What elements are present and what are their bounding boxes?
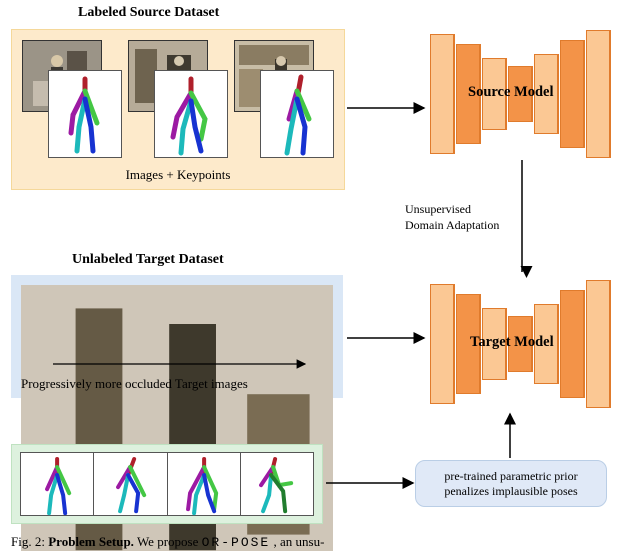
figure-title: Problem Setup. (48, 534, 134, 549)
source-keypoints-1 (48, 70, 122, 158)
stick-figure-3 (261, 71, 333, 157)
target-model-label: Target Model (470, 334, 554, 351)
target-caption: Progressively more occluded Target image… (21, 376, 248, 392)
source-model: Source Model (430, 30, 615, 150)
target-row: . . . . . . . . (21, 285, 333, 363)
prior-line1: pre-trained parametric prior (444, 469, 577, 483)
source-model-label: Source Model (468, 84, 554, 101)
uda-line2: Domain Adaptation (405, 218, 499, 234)
uda-line1: Unsupervised (405, 202, 499, 218)
stick-figure-2 (155, 71, 227, 157)
aux-pose-3 (168, 452, 241, 516)
target-dataset-box: . . . . . . . . (11, 275, 343, 398)
source-sample-1 (22, 40, 122, 158)
figure-canvas: Labeled Source Dataset Unlabeled Target … (0, 0, 640, 551)
figure-tail-c: , an unsu- (273, 534, 324, 549)
target-model: Target Model (430, 280, 615, 400)
target-photo-3 (266, 286, 333, 362)
figure-tail-b: OR-POSE (202, 535, 271, 550)
uda-label: Unsupervised Domain Adaptation (405, 202, 499, 233)
figure-number: Fig. 2: (11, 534, 45, 549)
arrow-aux-to-prior (324, 470, 419, 496)
source-row (22, 40, 334, 158)
source-caption: Images + Keypoints (12, 167, 344, 183)
arrow-prior-to-target (500, 408, 520, 463)
heading-unlabeled: Unlabeled Target Dataset (72, 252, 224, 268)
source-sample-2 (128, 40, 228, 158)
source-sample-3 (234, 40, 334, 158)
source-keypoints-3 (260, 70, 334, 158)
stick-figure-1 (49, 71, 121, 157)
figure-caption: Fig. 2: Problem Setup. We propose OR-POS… (11, 534, 324, 550)
heading-source: Labeled Source Dataset (78, 5, 219, 21)
aux-row (20, 452, 314, 516)
prior-line2: penalizes implausible poses (444, 484, 577, 498)
arrow-uda (512, 158, 532, 278)
source-dataset-box: Images + Keypoints (11, 29, 345, 190)
aux-pose-4 (241, 452, 314, 516)
aux-dataset-box (11, 444, 323, 524)
prior-box: pre-trained parametric prior penalizes i… (415, 460, 607, 507)
figure-tail-a: We propose (137, 534, 202, 549)
target-progress-arrow (51, 357, 311, 371)
arrow-target-to-model (345, 320, 430, 356)
aux-pose-1 (20, 452, 94, 516)
aux-pose-2 (94, 452, 167, 516)
arrow-source-to-model (345, 90, 430, 126)
source-keypoints-2 (154, 70, 228, 158)
